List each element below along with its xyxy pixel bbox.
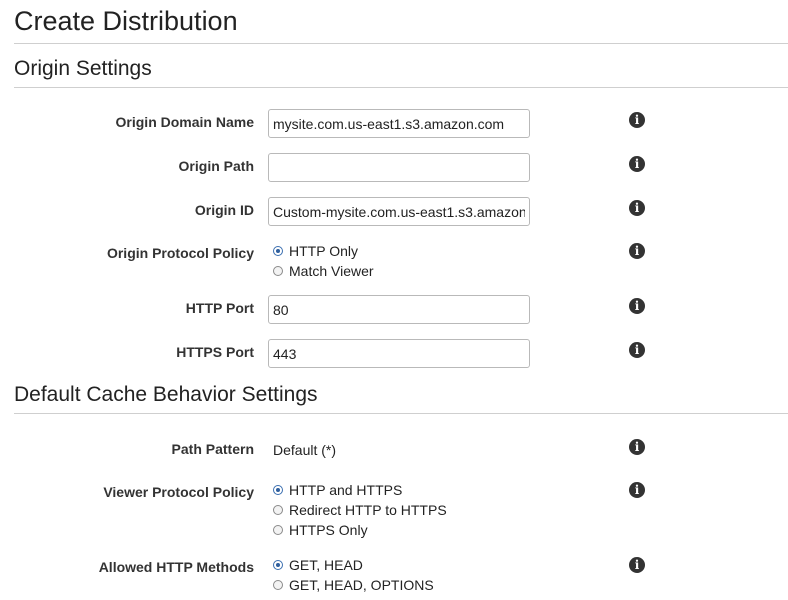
origin-domain-name-label: Origin Domain Name bbox=[115, 114, 254, 130]
radio-button[interactable] bbox=[273, 525, 283, 535]
http-port-input[interactable] bbox=[268, 295, 530, 324]
radio-label: Redirect HTTP to HTTPS bbox=[289, 502, 447, 518]
info-icon[interactable]: i bbox=[629, 243, 645, 259]
radio-label: GET, HEAD bbox=[289, 557, 363, 573]
origin-domain-name-input[interactable] bbox=[268, 109, 530, 138]
origin-protocol-policy-label: Origin Protocol Policy bbox=[106, 245, 254, 261]
info-icon[interactable]: i bbox=[629, 342, 645, 358]
info-icon[interactable]: i bbox=[629, 298, 645, 314]
radio-label: HTTP Only bbox=[289, 243, 358, 259]
radio-label: GET, HEAD, OPTIONS bbox=[289, 577, 434, 593]
radio-label: HTTPS Only bbox=[289, 522, 368, 538]
page-title: Create Distribution bbox=[14, 6, 238, 36]
info-icon[interactable]: i bbox=[629, 112, 645, 128]
path-pattern-label: Path Pattern bbox=[171, 441, 254, 457]
allowed-methods-get-head-option[interactable]: GET, HEAD bbox=[273, 557, 363, 573]
info-icon[interactable]: i bbox=[629, 557, 645, 573]
origin-path-label: Origin Path bbox=[178, 158, 254, 174]
info-icon[interactable]: i bbox=[629, 200, 645, 216]
radio-label: Match Viewer bbox=[289, 263, 374, 279]
origin-settings-heading: Origin Settings bbox=[14, 57, 152, 80]
origin-protocol-match-viewer-option[interactable]: Match Viewer bbox=[273, 263, 374, 279]
viewer-protocol-http-and-https-option[interactable]: HTTP and HTTPS bbox=[273, 482, 402, 498]
origin-settings-divider bbox=[14, 87, 788, 88]
radio-button-selected[interactable] bbox=[273, 485, 283, 495]
allowed-http-methods-label: Allowed HTTP Methods bbox=[98, 559, 254, 575]
https-port-label: HTTPS Port bbox=[176, 344, 254, 360]
https-port-input[interactable] bbox=[268, 339, 530, 368]
radio-button[interactable] bbox=[273, 266, 283, 276]
radio-button[interactable] bbox=[273, 580, 283, 590]
title-divider bbox=[14, 43, 788, 44]
radio-button-selected[interactable] bbox=[273, 246, 283, 256]
http-port-label: HTTP Port bbox=[185, 300, 254, 316]
radio-button[interactable] bbox=[273, 505, 283, 515]
viewer-protocol-redirect-option[interactable]: Redirect HTTP to HTTPS bbox=[273, 502, 447, 518]
origin-id-input[interactable] bbox=[268, 197, 530, 226]
path-pattern-value: Default (*) bbox=[273, 442, 337, 458]
origin-protocol-http-only-option[interactable]: HTTP Only bbox=[273, 243, 358, 259]
origin-id-label: Origin ID bbox=[194, 202, 254, 218]
origin-path-input[interactable] bbox=[268, 153, 530, 182]
info-icon[interactable]: i bbox=[629, 482, 645, 498]
viewer-protocol-https-only-option[interactable]: HTTPS Only bbox=[273, 522, 368, 538]
radio-button-selected[interactable] bbox=[273, 560, 283, 570]
viewer-protocol-policy-label: Viewer Protocol Policy bbox=[103, 484, 254, 500]
allowed-methods-get-head-options-option[interactable]: GET, HEAD, OPTIONS bbox=[273, 577, 434, 593]
cache-behavior-divider bbox=[14, 413, 788, 414]
info-icon[interactable]: i bbox=[629, 439, 645, 455]
info-icon[interactable]: i bbox=[629, 156, 645, 172]
radio-label: HTTP and HTTPS bbox=[289, 482, 403, 498]
default-cache-behavior-heading: Default Cache Behavior Settings bbox=[14, 383, 318, 406]
